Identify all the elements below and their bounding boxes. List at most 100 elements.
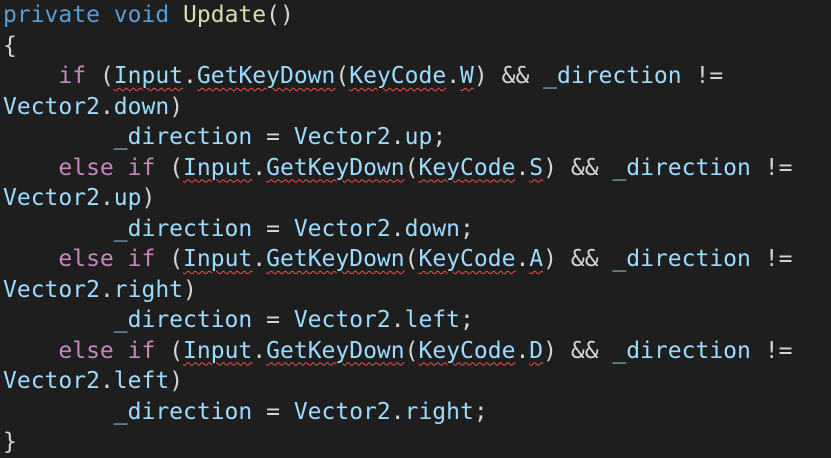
code-line[interactable]: else if (Input.GetKeyDown(KeyCode.D) && … <box>3 336 831 367</box>
code-token-error: GetKeyDown <box>266 337 405 364</box>
code-token: _direction <box>113 307 253 333</box>
code-token: ( <box>155 246 184 272</box>
code-line[interactable]: if (Input.GetKeyDown(KeyCode.W) && _dire… <box>3 61 831 92</box>
code-token: if <box>58 63 87 89</box>
code-token: . <box>390 124 405 150</box>
code-line[interactable]: Vector2.down) <box>3 92 831 123</box>
code-token: void <box>113 2 170 28</box>
code-token-error: GetKeyDown <box>266 246 405 272</box>
code-token: ) && <box>473 63 544 89</box>
code-token: != <box>750 246 793 272</box>
code-token: . <box>390 307 405 333</box>
code-token: != <box>750 337 793 364</box>
code-token: != <box>750 154 793 181</box>
code-token: . <box>515 154 530 181</box>
code-token: else <box>58 154 114 181</box>
code-token: ) && <box>543 154 613 181</box>
code-token: ) <box>169 368 184 394</box>
code-token: != <box>681 63 724 89</box>
code-token: ( <box>404 246 419 272</box>
code-line[interactable]: _direction = Vector2.left; <box>3 305 831 336</box>
code-token: _direction <box>543 63 682 89</box>
code-line[interactable]: { <box>3 31 831 62</box>
code-line[interactable]: else if (Input.GetKeyDown(KeyCode.S) && … <box>3 153 831 184</box>
code-token: Vector2 <box>3 93 100 120</box>
code-token: else <box>58 246 114 272</box>
code-line[interactable]: Vector2.right) <box>3 275 831 306</box>
code-token: ) <box>141 185 156 211</box>
code-token: . <box>99 368 114 394</box>
code-token: . <box>252 154 267 181</box>
code-token: right <box>113 276 184 303</box>
code-token: _direction <box>612 337 751 364</box>
code-token: ) <box>169 93 184 120</box>
code-token-error: GetKeyDown <box>196 63 336 89</box>
code-token: ( <box>155 154 184 181</box>
code-token-error: KeyCode <box>418 246 516 272</box>
code-line[interactable]: } <box>3 427 831 458</box>
code-token: ; <box>460 307 474 333</box>
code-token: . <box>99 93 114 120</box>
code-line[interactable]: _direction = Vector2.right; <box>3 397 831 428</box>
code-token: down <box>113 93 170 120</box>
code-token: up <box>404 124 433 150</box>
code-token: _direction <box>612 246 751 272</box>
code-token-error: Input <box>183 337 253 364</box>
code-token: . <box>183 63 197 89</box>
code-token: right <box>404 398 474 425</box>
code-token: ; <box>432 124 447 150</box>
code-line[interactable]: private void Update() <box>3 0 831 31</box>
code-token-error: A <box>529 246 544 272</box>
code-line[interactable]: _direction = Vector2.down; <box>3 214 831 245</box>
code-line[interactable]: Vector2.left) <box>3 366 831 397</box>
code-token: ( <box>335 63 350 89</box>
code-token: ) && <box>543 337 613 364</box>
code-token: if <box>127 337 156 364</box>
code-token: = <box>252 215 294 242</box>
code-token: private <box>3 2 100 28</box>
code-token: _direction <box>113 398 253 425</box>
code-token: . <box>99 185 114 211</box>
code-token: ; <box>460 215 474 242</box>
code-token: up <box>113 185 142 211</box>
code-token: left <box>404 307 460 333</box>
code-token: . <box>515 246 530 272</box>
code-token: _direction <box>612 154 751 181</box>
code-token: . <box>515 337 530 364</box>
code-token: = <box>252 307 294 333</box>
code-token: . <box>446 63 461 89</box>
code-token: Vector2 <box>3 276 100 303</box>
code-token: Vector2 <box>293 398 391 425</box>
code-token: . <box>252 246 267 272</box>
code-token-error: S <box>529 154 544 181</box>
code-token-error: GetKeyDown <box>266 154 405 181</box>
code-line[interactable]: Vector2.up) <box>3 183 831 214</box>
code-token: Vector2 <box>293 215 391 242</box>
code-token: } <box>3 429 17 455</box>
code-token: ( <box>155 337 184 364</box>
code-token: = <box>252 398 294 425</box>
code-token-error: KeyCode <box>418 154 516 181</box>
code-token-error: W <box>460 63 474 89</box>
code-token-error: Input <box>113 63 184 89</box>
code-token-error: Input <box>183 154 253 181</box>
code-line[interactable]: _direction = Vector2.up; <box>3 122 831 153</box>
code-token: down <box>404 215 460 242</box>
code-token: { <box>3 32 17 59</box>
code-token: . <box>252 337 267 364</box>
code-line[interactable]: else if (Input.GetKeyDown(KeyCode.A) && … <box>3 244 831 275</box>
code-editor[interactable]: private void Update(){ if (Input.GetKeyD… <box>3 0 831 456</box>
code-token: Update <box>183 2 267 28</box>
